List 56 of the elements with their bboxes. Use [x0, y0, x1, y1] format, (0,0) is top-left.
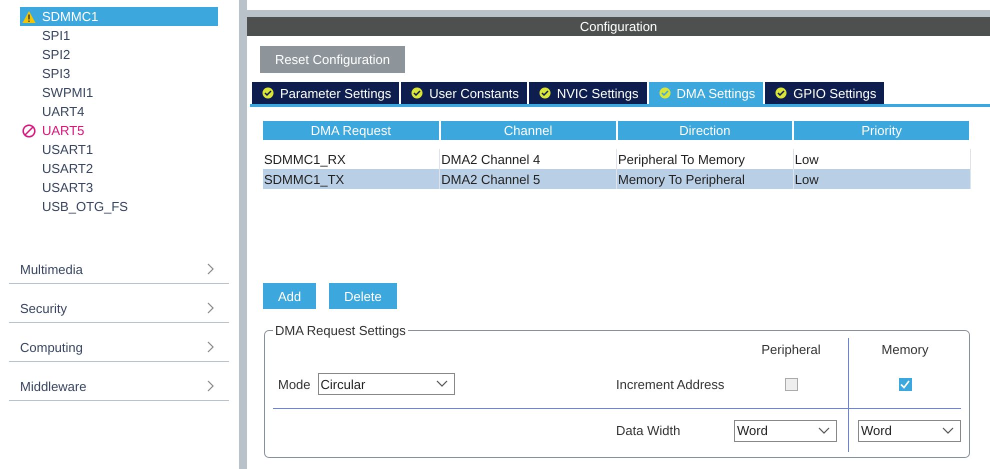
category-item[interactable]: Security [9, 284, 229, 323]
peripheral-item[interactable]: UART5 [20, 121, 218, 140]
peripheral-item[interactable]: SPI2 [20, 45, 218, 64]
field-label: Data Width [616, 423, 680, 438]
field-label: Increment Address [616, 376, 724, 392]
check-circle-icon [775, 87, 788, 99]
chevron-icon [207, 380, 215, 392]
caret-icon [436, 380, 448, 388]
column-label: Memory [882, 342, 928, 356]
category-label: Computing [20, 340, 83, 354]
category-item[interactable]: Multimedia [9, 245, 229, 284]
peripheral-item[interactable]: SPI3 [20, 64, 218, 83]
checkbox[interactable] [898, 378, 912, 390]
column-header: Channel [440, 121, 616, 140]
prohibited-icon [22, 124, 36, 138]
category-label: Security [20, 300, 67, 316]
peripheral-item[interactable]: SPI1 [20, 26, 218, 45]
table-cell: SDMMC1_TX [263, 169, 440, 189]
check-circle-icon [262, 87, 274, 99]
width-dropdown[interactable]: Word [734, 420, 837, 442]
table-cell: Low [793, 169, 970, 189]
category-item[interactable]: Computing [9, 323, 229, 362]
tab[interactable]: NVIC Settings [528, 82, 647, 104]
table-cell: Memory To Peripheral [616, 169, 794, 189]
peripheral-item[interactable]: USART2 [20, 159, 218, 178]
column-label: Peripheral [761, 342, 821, 356]
peripheral-item[interactable]: USB_OTG_FS [20, 197, 218, 216]
width-dropdown[interactable]: Word [858, 420, 961, 442]
warning-icon [22, 10, 36, 24]
category-label: Multimedia [20, 262, 83, 276]
tab[interactable]: GPIO Settings [765, 82, 884, 104]
table-cell: DMA2 Channel 5 [440, 169, 616, 189]
category-label: Middleware [20, 378, 86, 394]
peripheral-item[interactable]: UART4 [20, 102, 218, 121]
check-circle-icon [658, 87, 671, 99]
column-header: Direction [616, 121, 794, 140]
check-circle-icon [411, 87, 424, 99]
chevron-icon [207, 302, 215, 314]
checkbox[interactable] [784, 378, 798, 390]
section-title: Configuration [247, 17, 990, 36]
chevron-icon [207, 341, 215, 353]
category-item[interactable]: Middleware [9, 362, 229, 401]
peripheral-item[interactable]: SWPMI1 [20, 83, 218, 102]
chevron-icon [207, 263, 215, 275]
peripheral-item[interactable]: USART1 [20, 140, 218, 159]
mode-dropdown[interactable]: Circular [318, 373, 455, 395]
check-circle-icon [538, 87, 551, 99]
column-header: Priority [793, 121, 970, 140]
group-title: DMA Request Settings [274, 323, 407, 338]
peripheral-item[interactable]: USART3 [20, 178, 218, 197]
tab[interactable]: User Constants [401, 82, 527, 104]
tab[interactable]: Parameter Settings [252, 82, 400, 104]
field-label: Mode [278, 376, 311, 392]
column-header: DMA Request [263, 121, 440, 140]
caret-icon [818, 426, 830, 434]
caret-icon [942, 426, 954, 434]
